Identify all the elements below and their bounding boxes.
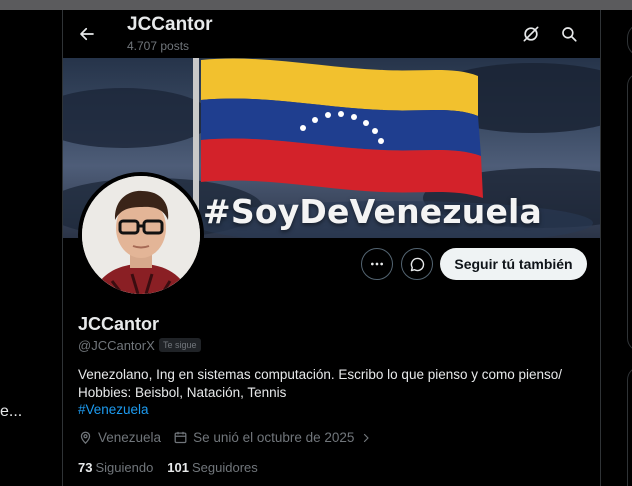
window-top-strip xyxy=(0,0,632,10)
location-item: Venezuela xyxy=(78,430,161,445)
location-text: Venezuela xyxy=(98,430,162,445)
grok-button[interactable] xyxy=(519,22,543,46)
follows-you-badge: Te sigue xyxy=(159,338,201,352)
right-card xyxy=(627,72,632,352)
search-button[interactable] xyxy=(557,22,581,46)
profile-column: JCCantor 4.707 posts #SoyDeVenezuela Seg… xyxy=(62,10,601,486)
followers-label: Seguidores xyxy=(192,460,258,475)
arrow-left-icon xyxy=(80,27,94,41)
calendar-icon xyxy=(173,430,188,445)
bio-line-1: Venezolano, Ing en sistemas computación.… xyxy=(78,367,563,382)
grok-icon xyxy=(523,26,539,42)
followers-count: 101 xyxy=(167,460,189,475)
banner-hashtag: #SoyDeVenezuela xyxy=(203,192,543,231)
message-icon xyxy=(410,257,424,271)
profile-display-name: JCCantor xyxy=(78,314,160,334)
profile-meta: Venezuela Se unió el octubre de 2025 xyxy=(78,430,389,445)
search-icon xyxy=(562,27,577,42)
chevron-right-icon xyxy=(360,432,372,444)
right-search-pill[interactable] xyxy=(627,23,632,57)
following-label: Siguiendo xyxy=(95,460,154,475)
avatar[interactable] xyxy=(78,172,204,298)
left-truncated-text[interactable]: e... xyxy=(0,403,22,421)
more-button[interactable] xyxy=(361,248,393,280)
location-pin-icon xyxy=(78,430,93,445)
right-sidebar xyxy=(601,10,632,486)
left-sidebar: e... xyxy=(0,10,62,486)
profile-bio: Venezolano, Ing en sistemas computación.… xyxy=(78,366,593,402)
header-post-count: 4.707 posts xyxy=(127,39,190,53)
message-button[interactable] xyxy=(401,248,433,280)
right-card-2 xyxy=(627,366,632,486)
joined-text: Se unió el octubre de 2025 xyxy=(193,430,355,445)
more-icon xyxy=(371,262,383,266)
bio-hashtag-link[interactable]: #Venezuela xyxy=(78,402,149,417)
avatar-photo xyxy=(82,176,200,294)
back-button[interactable] xyxy=(75,22,99,46)
follow-stats: 73 Siguiendo 101 Seguidores xyxy=(78,460,272,475)
bio-line-2: Hobbies: Beisbol, Natación, Tennis xyxy=(78,385,287,400)
joined-item[interactable]: Se unió el octubre de 2025 xyxy=(173,430,377,445)
profile-handle: @JCCantorX xyxy=(78,338,155,353)
followers-stat[interactable]: 101 Seguidores xyxy=(167,460,257,475)
follow-back-button[interactable]: Seguir tú también xyxy=(440,248,587,280)
profile-header: JCCantor 4.707 posts xyxy=(63,10,600,58)
header-name: JCCantor xyxy=(127,14,213,35)
following-stat[interactable]: 73 Siguiendo xyxy=(78,460,153,475)
following-count: 73 xyxy=(78,460,93,475)
